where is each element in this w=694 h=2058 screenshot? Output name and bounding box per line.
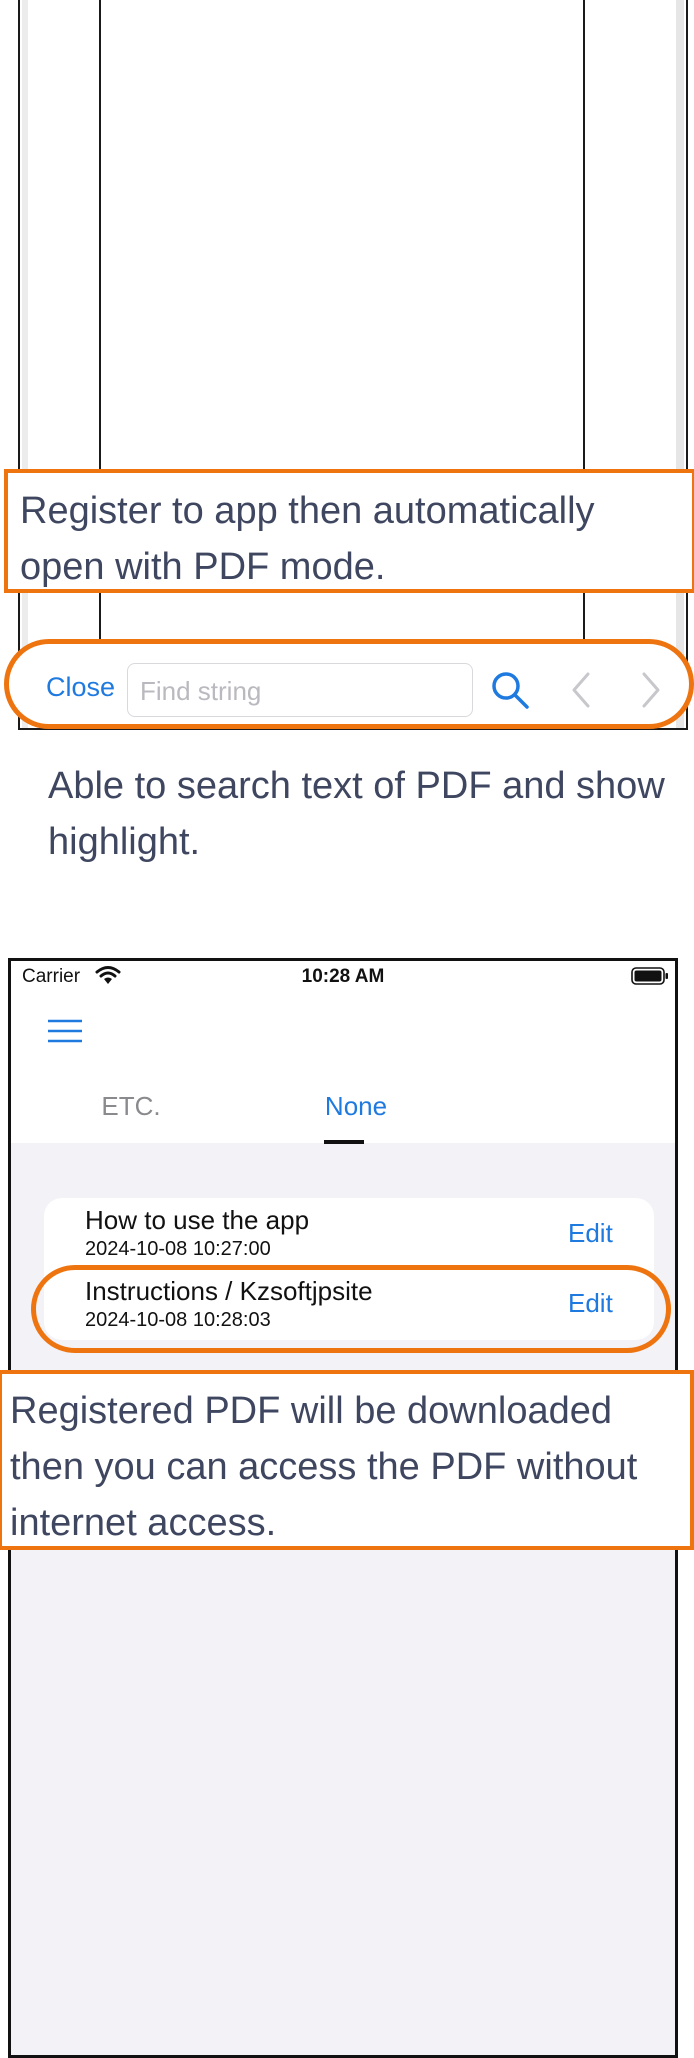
tab-etc[interactable]: ETC. [71, 1091, 191, 1122]
hamburger-menu-icon[interactable] [47, 1017, 83, 1045]
list-item-title: How to use the app [85, 1205, 310, 1235]
registered-item-highlight [31, 1265, 671, 1353]
list-item[interactable]: How to use the app 2024-10-08 10:27:00 E… [44, 1198, 654, 1266]
device-edge-left [22, 0, 28, 728]
find-string-input[interactable]: Find string [127, 663, 473, 717]
close-button[interactable]: Close [46, 672, 115, 703]
selected-tab-indicator [324, 1140, 364, 1144]
download-callout: Registered PDF will be downloaded then y… [0, 1370, 694, 1550]
status-time: 10:28 AM [301, 966, 385, 987]
search-icon[interactable] [490, 670, 530, 710]
battery-icon [631, 967, 668, 985]
list-item-date: 2024-10-08 10:27:00 [85, 1238, 271, 1260]
find-string-placeholder: Find string [140, 676, 262, 706]
device-edge-right [676, 0, 684, 728]
search-caption: Able to search text of PDF and show high… [48, 765, 665, 863]
edit-button[interactable]: Edit [568, 1218, 613, 1249]
pdf-viewer-device-frame [18, 0, 688, 730]
register-callout: Register to app then automatically open … [4, 469, 694, 593]
chevron-right-icon[interactable] [636, 668, 666, 712]
download-callout-text: Registered PDF will be downloaded then y… [10, 1390, 638, 1544]
chevron-left-icon[interactable] [566, 668, 596, 712]
register-callout-text: Register to app then automatically open … [20, 490, 595, 588]
tab-none[interactable]: None [291, 1091, 421, 1122]
